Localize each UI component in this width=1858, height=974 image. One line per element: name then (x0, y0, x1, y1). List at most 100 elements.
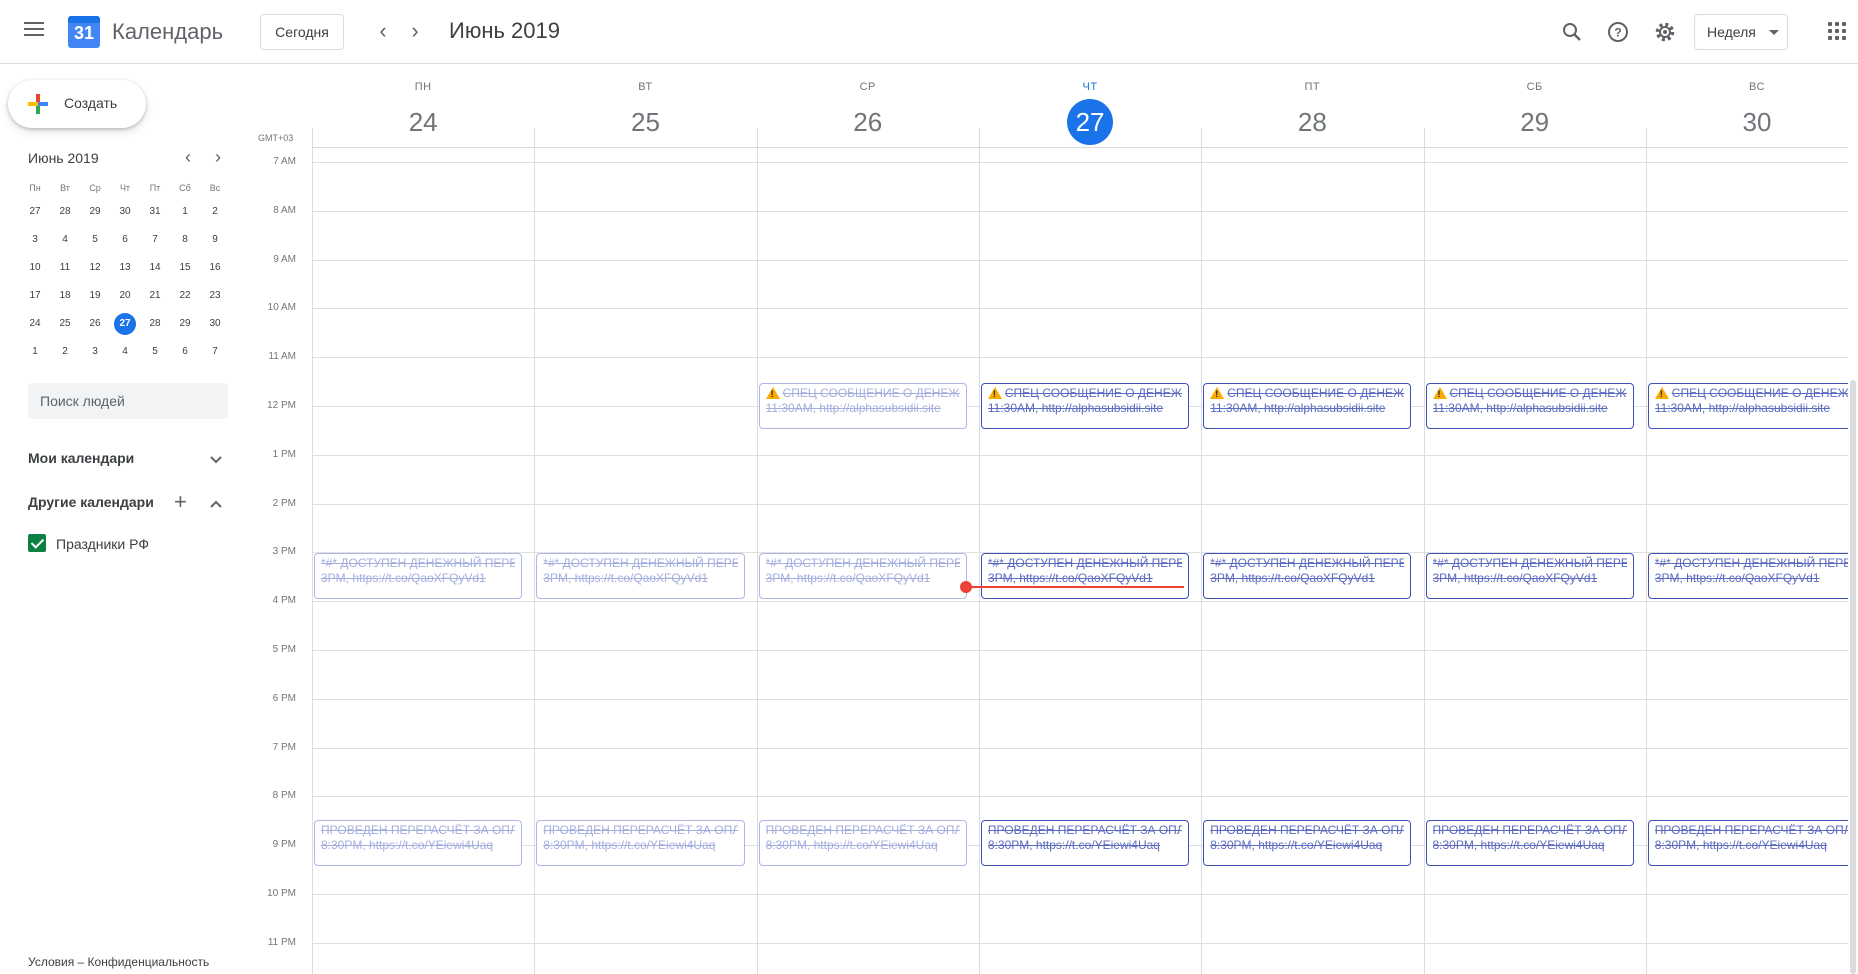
calendar-event[interactable]: *#* ДОСТУПЕН ДЕНЕЖНЫЙ ПЕРЕВОД3PM, https:… (536, 553, 745, 599)
mini-day[interactable]: 14 (140, 254, 170, 282)
search-icon[interactable] (1558, 18, 1586, 46)
mini-day[interactable]: 19 (80, 282, 110, 310)
mini-day[interactable]: 30 (110, 198, 140, 226)
day-number[interactable]: 28 (1201, 99, 1423, 145)
day-header[interactable]: СР 26 (757, 64, 979, 148)
day-header[interactable]: ЧТ 27 (979, 64, 1201, 148)
calendar-event[interactable]: *#* ДОСТУПЕН ДЕНЕЖНЫЙ ПЕРЕВОД3PM, https:… (1425, 553, 1634, 599)
mini-day[interactable]: 10 (20, 254, 50, 282)
mini-day[interactable]: 29 (170, 310, 200, 338)
mini-prev-month-icon[interactable]: ‹ (178, 148, 198, 168)
mini-day-number: 28 (59, 206, 71, 217)
mini-day[interactable]: 5 (140, 338, 170, 366)
mini-day[interactable]: 30 (200, 310, 230, 338)
menu-icon[interactable] (24, 22, 44, 36)
calendar-event[interactable]: СПЕЦ СООБЩЕНИЕ О ДЕНЕЖНОМ11:30AM, http:/… (1203, 383, 1412, 429)
day-header[interactable]: ПН 24 (312, 64, 534, 148)
mini-day[interactable]: 8 (170, 226, 200, 254)
mini-day[interactable]: 22 (170, 282, 200, 310)
view-select[interactable]: Неделя (1694, 14, 1788, 50)
mini-day[interactable]: 16 (200, 254, 230, 282)
mini-day[interactable]: 2 (200, 198, 230, 226)
mini-day[interactable]: 28 (140, 310, 170, 338)
my-calendars-header[interactable]: Мои календари (28, 450, 134, 466)
day-header[interactable]: СБ 29 (1424, 64, 1646, 148)
create-button[interactable]: Создать (8, 80, 146, 128)
mini-day[interactable]: 7 (200, 338, 230, 366)
mini-day[interactable]: 27 (110, 310, 140, 338)
calendar-event[interactable]: СПЕЦ СООБЩЕНИЕ О ДЕНЕЖНОМ11:30AM, http:/… (980, 383, 1190, 429)
day-number[interactable]: 29 (1424, 99, 1646, 145)
calendar-event[interactable]: *#* ДОСТУПЕН ДЕНЕЖНЫЙ ПЕРЕВОД3PM, https:… (1203, 553, 1412, 599)
scrollbar-thumb[interactable] (1850, 380, 1856, 974)
day-number[interactable]: 26 (757, 99, 979, 145)
mini-day[interactable]: 17 (20, 282, 50, 310)
other-calendars-header[interactable]: Другие календари (28, 494, 154, 510)
mini-day[interactable]: 13 (110, 254, 140, 282)
mini-day[interactable]: 2 (50, 338, 80, 366)
app-title[interactable]: Календарь (112, 19, 223, 45)
mini-day[interactable]: 9 (200, 226, 230, 254)
mini-day[interactable]: 6 (170, 338, 200, 366)
mini-day[interactable]: 4 (110, 338, 140, 366)
mini-day[interactable]: 6 (110, 226, 140, 254)
mini-day[interactable]: 26 (80, 310, 110, 338)
mini-day[interactable]: 7 (140, 226, 170, 254)
calendar-event[interactable]: ПРОВЕДЕН ПЕРЕРАСЧЁТ ЗА ОПЛАТУ8:30PM, htt… (1203, 820, 1412, 866)
chevron-down-icon[interactable] (206, 450, 226, 470)
calendar-event[interactable]: ПРОВЕДЕН ПЕРЕРАСЧЁТ ЗА ОПЛАТУ8:30PM, htt… (1647, 820, 1857, 866)
mini-day[interactable]: 1 (170, 198, 200, 226)
calendar-event[interactable]: СПЕЦ СООБЩЕНИЕ О ДЕНЕЖНОМ11:30AM, http:/… (1647, 383, 1857, 429)
day-number[interactable]: 27 (1067, 99, 1114, 145)
mini-day[interactable]: 24 (20, 310, 50, 338)
calendar-event[interactable]: СПЕЦ СООБЩЕНИЕ О ДЕНЕЖНОМ11:30AM, http:/… (1425, 383, 1634, 429)
calendar-event[interactable]: ПРОВЕДЕН ПЕРЕРАСЧЁТ ЗА ОПЛАТУ8:30PM, htt… (314, 820, 523, 866)
chevron-up-icon[interactable] (206, 494, 226, 514)
calendar-event[interactable]: ПРОВЕДЕН ПЕРЕРАСЧЁТ ЗА ОПЛАТУ8:30PM, htt… (1425, 820, 1634, 866)
mini-day[interactable]: 27 (20, 198, 50, 226)
mini-day[interactable]: 11 (50, 254, 80, 282)
holidays-checkbox[interactable] (28, 534, 46, 552)
mini-day[interactable]: 31 (140, 198, 170, 226)
mini-day[interactable]: 3 (20, 226, 50, 254)
people-search-input[interactable] (28, 383, 228, 419)
mini-day[interactable]: 18 (50, 282, 80, 310)
calendar-event[interactable]: *#* ДОСТУПЕН ДЕНЕЖНЫЙ ПЕРЕВОД3PM, https:… (980, 553, 1190, 599)
apps-icon[interactable] (1828, 22, 1846, 40)
day-number[interactable]: 30 (1646, 99, 1858, 145)
mini-day[interactable]: 20 (110, 282, 140, 310)
calendar-logo-icon[interactable]: 31 (68, 16, 100, 48)
today-button[interactable]: Сегодня (260, 14, 344, 50)
calendar-event[interactable]: ПРОВЕДЕН ПЕРЕРАСЧЁТ ЗА ОПЛАТУ8:30PM, htt… (980, 820, 1190, 866)
calendar-event[interactable]: *#* ДОСТУПЕН ДЕНЕЖНЫЙ ПЕРЕВОД3PM, https:… (1647, 553, 1857, 599)
chevron-right-icon[interactable]: › (403, 20, 427, 44)
settings-icon[interactable] (1651, 18, 1679, 46)
day-header[interactable]: ВС 30 (1646, 64, 1858, 148)
day-header[interactable]: ВТ 25 (534, 64, 756, 148)
mini-day[interactable]: 4 (50, 226, 80, 254)
help-icon[interactable]: ? (1604, 18, 1632, 46)
day-header[interactable]: ПТ 28 (1201, 64, 1423, 148)
mini-day[interactable]: 23 (200, 282, 230, 310)
day-number[interactable]: 24 (312, 99, 534, 145)
mini-day[interactable]: 5 (80, 226, 110, 254)
mini-day[interactable]: 1 (20, 338, 50, 366)
mini-day[interactable]: 25 (50, 310, 80, 338)
add-calendar-icon[interactable]: + (174, 491, 187, 513)
chevron-left-icon[interactable]: ‹ (371, 20, 395, 44)
mini-day[interactable]: 3 (80, 338, 110, 366)
mini-day[interactable]: 28 (50, 198, 80, 226)
calendar-event[interactable]: ПРОВЕДЕН ПЕРЕРАСЧЁТ ЗА ОПЛАТУ8:30PM, htt… (536, 820, 745, 866)
mini-next-month-icon[interactable]: › (208, 148, 228, 168)
calendar-event[interactable]: ПРОВЕДЕН ПЕРЕРАСЧЁТ ЗА ОПЛАТУ8:30PM, htt… (758, 820, 967, 866)
calendar-event[interactable]: СПЕЦ СООБЩЕНИЕ О ДЕНЕЖНОМ11:30AM, http:/… (758, 383, 967, 429)
calendar-event[interactable]: *#* ДОСТУПЕН ДЕНЕЖНЫЙ ПЕРЕВОД3PM, https:… (758, 553, 967, 599)
day-number[interactable]: 25 (534, 99, 756, 145)
calendar-item-label: Праздники РФ (56, 536, 149, 552)
mini-day[interactable]: 12 (80, 254, 110, 282)
terms-privacy-links[interactable]: Условия – Конфиденциальность (28, 955, 209, 969)
calendar-event[interactable]: *#* ДОСТУПЕН ДЕНЕЖНЫЙ ПЕРЕВОД3PM, https:… (314, 553, 523, 599)
mini-day[interactable]: 29 (80, 198, 110, 226)
mini-day[interactable]: 15 (170, 254, 200, 282)
mini-day[interactable]: 21 (140, 282, 170, 310)
